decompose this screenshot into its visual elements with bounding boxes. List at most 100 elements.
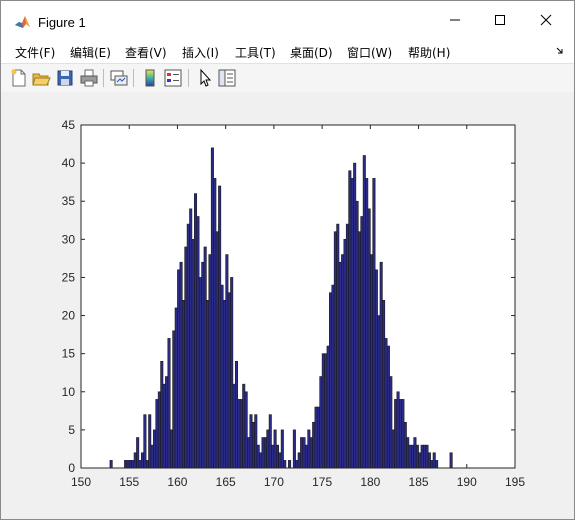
histogram-bar [302,437,306,469]
histogram-bar [155,399,159,469]
histogram-bar [312,421,316,469]
histogram-bar [324,353,328,469]
histogram-bar [350,178,354,469]
histogram-bar [136,437,140,469]
title-bar[interactable]: Figure 1 [1,1,574,39]
histogram-bar [222,300,226,469]
histogram-bar [408,444,412,469]
y-tick-label: 0 [68,461,75,475]
histogram-bar [300,437,304,469]
histogram-bar [256,444,260,469]
menu-desktop[interactable]: 桌面(D) [290,44,333,61]
histogram-bar [148,414,152,469]
histogram-bar [430,460,434,469]
histogram-bar [432,452,436,469]
histogram-bar [165,376,169,469]
legend-icon[interactable] [163,68,183,88]
histogram-bar [372,178,376,469]
histogram-bar [362,155,366,469]
histogram-bar [191,239,195,469]
histogram-bar [295,460,299,469]
histogram-bar [307,429,311,469]
histogram-bar [266,429,270,469]
histogram-bar [261,437,265,469]
histogram-bar [160,360,164,469]
menu-tools[interactable]: 工具(T) [235,44,276,61]
histogram-bar [449,452,453,469]
pointer-icon[interactable] [195,68,215,88]
maximize-icon [495,15,505,25]
histogram-bar [343,239,347,469]
histogram-bar [275,444,280,469]
figure-window: Figure 1 文件(F) 编辑(E) 查看(V) 插入(I) 工具(T) 桌… [0,0,575,520]
histogram-bar [198,277,202,469]
toolbar-separator [188,69,189,87]
histogram-bar [377,315,381,469]
histogram-bar [420,444,424,469]
histogram-bar [367,208,371,469]
histogram-chart[interactable]: 150 155 160 165 170 175 180 185 190 195 0 5 10 15 20 2… [1,92,574,519]
menu-insert[interactable]: 插入(I) [182,44,219,61]
histogram-bar [357,231,361,469]
histogram-bar [232,383,236,469]
histogram-bar [124,460,128,469]
histogram-bar [186,223,190,469]
histogram-bar [329,292,333,469]
x-tick-label: 195 [505,475,525,489]
histogram-bar [355,200,359,469]
window-title: Figure 1 [38,15,86,30]
histogram-bar [273,429,277,469]
new-figure-icon[interactable] [9,68,29,88]
histogram-bar [309,437,313,469]
colorbar-icon[interactable] [140,68,160,88]
y-tick-label: 15 [62,347,76,361]
menu-help[interactable]: 帮助(H) [408,44,450,61]
histogram-bar [206,300,210,469]
histogram-bar [242,383,246,469]
menu-window[interactable]: 窗口(W) [347,44,392,61]
histogram-bar [326,345,330,469]
open-file-icon[interactable] [31,68,51,88]
x-tick-label: 180 [360,475,380,489]
histogram-bar [268,414,272,469]
histogram-bar [263,437,267,469]
histogram-bar [427,452,431,469]
histogram-bar [365,178,369,469]
histogram-bar [230,277,234,469]
histogram-bar [194,193,198,469]
toolbar-separator [103,69,104,87]
histogram-bar [401,399,405,469]
matlab-logo-icon [14,14,31,31]
maximize-button[interactable] [477,1,523,39]
menu-view[interactable]: 查看(V) [125,44,167,61]
histogram-bar [145,460,149,469]
dock-arrow-icon[interactable] [556,47,564,55]
histogram-bar [254,414,258,469]
histogram-bar [304,444,308,469]
histogram-bar [249,414,253,469]
histogram-bar [239,399,243,469]
property-editor-icon[interactable] [217,68,237,88]
histogram-bar [396,391,400,469]
histogram-bar [251,421,255,469]
histogram-bar [153,429,157,469]
histogram-bar [189,208,193,469]
y-tick-label: 45 [62,118,76,132]
minimize-button[interactable] [432,1,478,39]
histogram-bar [235,360,239,469]
histogram-bar [237,399,241,469]
histogram-bar [259,452,263,469]
histogram-bar [167,338,171,469]
menu-edit[interactable]: 编辑(E) [70,44,111,61]
histogram-bar [379,261,383,469]
print-icon[interactable] [79,68,99,88]
histogram-bar [213,178,217,469]
link-plot-icon[interactable] [109,68,129,88]
save-icon[interactable] [55,68,75,88]
histogram-bar [140,452,144,469]
histogram-bar [201,261,205,469]
histogram-bar [150,444,154,469]
close-button[interactable] [523,1,569,39]
menu-file[interactable]: 文件(F) [15,44,55,61]
histogram-bar [174,307,178,469]
